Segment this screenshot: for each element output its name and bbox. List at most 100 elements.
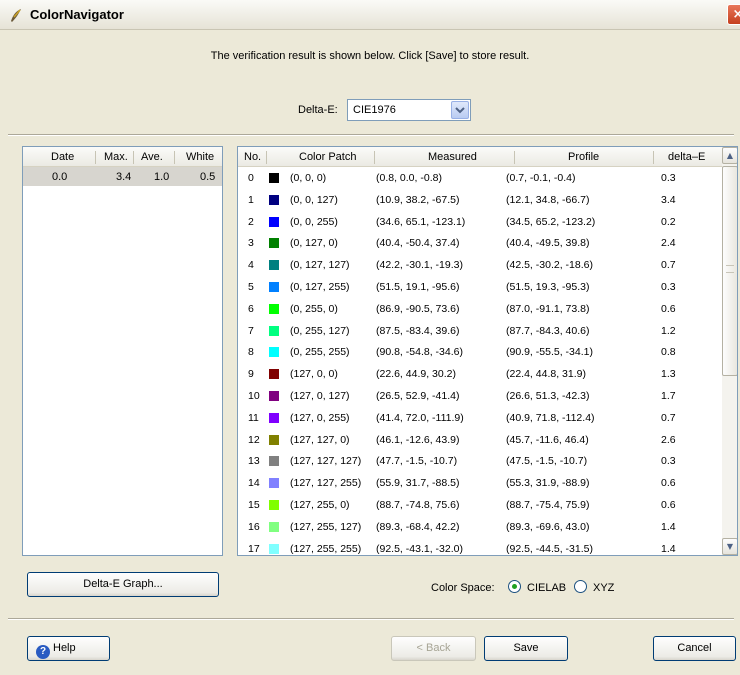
cell-color-patch: (127, 255, 0) xyxy=(290,499,350,511)
cell-measured: (51.5, 19.1, -95.6) xyxy=(376,281,460,293)
color-swatch xyxy=(269,194,279,205)
cell-color-patch: (0, 127, 127) xyxy=(290,259,350,272)
header-delta-e[interactable]: delta–E xyxy=(668,151,705,163)
cell-color-patch: (0, 127, 0) xyxy=(290,237,338,250)
cell-profile: (12.1, 34.8, -66.7) xyxy=(506,193,590,206)
header-no[interactable]: No. xyxy=(244,151,261,163)
cell-delta-e: 1.7 xyxy=(661,390,676,402)
color-swatch xyxy=(269,521,279,532)
color-swatch xyxy=(269,260,279,271)
table-row[interactable]: 9 (127, 0, 0) (22.6, 44.9, 30.2) (22.4, 44.… xyxy=(238,363,722,385)
history-list[interactable]: Date Max. Ave. White 0.0 3.4 1.0 0.5 xyxy=(22,146,223,556)
cell-color-patch: (0, 255, 127) xyxy=(290,324,350,337)
cell-delta-e: 2.4 xyxy=(661,237,676,250)
cell-profile: (47.5, -1.5, -10.7) xyxy=(506,455,588,468)
cell-profile: (40.4, -49.5, 39.8) xyxy=(506,237,590,250)
history-header-max[interactable]: Max. xyxy=(104,151,128,163)
cell-measured: (34.6, 65.1, -123.1) xyxy=(376,215,466,228)
help-button[interactable]: ? Help xyxy=(27,636,110,661)
color-swatch xyxy=(269,238,279,249)
cell-profile: (45.7, -11.6, 46.4) xyxy=(506,433,589,446)
color-swatch xyxy=(269,347,279,358)
table-row[interactable]: 13 (127, 127, 127) (47.7, -1.5, -10.7) (47.… xyxy=(238,450,722,472)
table-row[interactable]: 11 (127, 0, 255) (41.4, 72.0, -111.9) (40.9… xyxy=(238,407,722,429)
cell-color-patch: (127, 127, 127) xyxy=(290,455,362,468)
cell-measured: (88.7, -74.8, 75.6) xyxy=(376,499,460,511)
scroll-down-icon[interactable]: ▼ xyxy=(722,538,737,555)
radio-xyz-label[interactable]: XYZ xyxy=(593,582,614,594)
cell-profile: (34.5, 65.2, -123.2) xyxy=(506,215,596,228)
table-row[interactable]: 12 (127, 127, 0) (46.1, -12.6, 43.9) (45.7,… xyxy=(238,429,722,451)
table-row[interactable]: 7 (0, 255, 127) (87.5, -83.4, 39.6) (87.7, … xyxy=(238,320,722,342)
table-row[interactable]: 15 (127, 255, 0) (88.7, -74.8, 75.6) (88.7,… xyxy=(238,494,722,516)
cell-no: 17 xyxy=(248,542,260,555)
cell-no: 16 xyxy=(248,520,260,533)
history-header-ave[interactable]: Ave. xyxy=(141,151,163,163)
history-header: Date Max. Ave. White xyxy=(23,147,222,167)
color-swatch xyxy=(269,412,279,423)
delta-e-graph-button[interactable]: Delta-E Graph... xyxy=(27,572,219,597)
delta-e-dropdown[interactable]: CIE1976 xyxy=(347,99,471,121)
cell-color-patch: (127, 0, 127) xyxy=(290,390,350,402)
color-swatch xyxy=(269,478,279,489)
radio-cielab[interactable] xyxy=(508,580,521,593)
table-row[interactable]: 8 (0, 255, 255) (90.8, -54.8, -34.6) (90.9,… xyxy=(238,341,722,363)
cell-color-patch: (0, 127, 255) xyxy=(290,281,350,293)
cell-profile: (22.4, 44.8, 31.9) xyxy=(506,368,586,381)
cell-color-patch: (0, 255, 255) xyxy=(290,346,350,359)
save-button[interactable]: Save xyxy=(484,636,568,661)
cell-color-patch: (127, 255, 127) xyxy=(290,520,362,533)
radio-xyz[interactable] xyxy=(574,580,587,593)
color-space-label: Color Space: xyxy=(431,582,495,594)
table-row[interactable]: 1 (0, 0, 127) (10.9, 38.2, -67.5) (12.1, 34… xyxy=(238,189,722,211)
table-row[interactable]: 14 (127, 127, 255) (55.9, 31.7, -88.5) (55.… xyxy=(238,472,722,494)
cancel-button[interactable]: Cancel xyxy=(653,636,736,661)
radio-cielab-label[interactable]: CIELAB xyxy=(527,582,566,594)
cell-profile: (90.9, -55.5, -34.1) xyxy=(506,346,593,359)
help-icon: ? xyxy=(36,645,50,659)
close-icon[interactable]: × xyxy=(727,4,740,25)
delta-e-label: Delta-E: xyxy=(298,104,338,116)
chevron-down-icon[interactable] xyxy=(451,101,469,119)
scroll-up-icon[interactable]: ▲ xyxy=(722,147,737,164)
history-header-date[interactable]: Date xyxy=(51,151,74,163)
table-row[interactable]: 2 (0, 0, 255) (34.6, 65.1, -123.1) (34.5, 6… xyxy=(238,211,722,233)
header-measured[interactable]: Measured xyxy=(428,151,477,163)
table-row[interactable]: 17 (127, 255, 255) (92.5, -43.1, -32.0) (92… xyxy=(238,538,722,555)
cell-measured: (42.2, -30.1, -19.3) xyxy=(376,259,463,272)
cell-profile: (89.3, -69.6, 43.0) xyxy=(506,520,590,533)
cell-measured: (22.6, 44.9, 30.2) xyxy=(376,368,456,381)
table-row[interactable]: 4 (0, 127, 127) (42.2, -30.1, -19.3) (42.5,… xyxy=(238,254,722,276)
table-row[interactable]: 6 (0, 255, 0) (86.9, -90.5, 73.6) (87.0, -9… xyxy=(238,298,722,320)
history-header-white[interactable]: White xyxy=(186,151,214,163)
cell-measured: (87.5, -83.4, 39.6) xyxy=(376,324,460,337)
cell-color-patch: (127, 0, 0) xyxy=(290,368,338,381)
table-row[interactable]: 10 (127, 0, 127) (26.5, 52.9, -41.4) (26.6,… xyxy=(238,385,722,407)
cell-color-patch: (0, 0, 255) xyxy=(290,215,338,228)
cell-delta-e: 1.2 xyxy=(661,324,676,337)
table-row[interactable]: 3 (0, 127, 0) (40.4, -50.4, 37.4) (40.4, -4… xyxy=(238,232,722,254)
scroll-thumb[interactable] xyxy=(722,166,737,376)
cell-delta-e: 0.6 xyxy=(661,477,676,490)
cell-measured: (26.5, 52.9, -41.4) xyxy=(376,390,460,402)
history-max: 3.4 xyxy=(116,171,132,183)
cell-profile: (88.7, -75.4, 75.9) xyxy=(506,499,590,511)
back-button[interactable]: < Back xyxy=(391,636,476,661)
colornavigator-app-icon xyxy=(11,9,21,22)
color-swatch xyxy=(269,369,279,380)
header-color-patch[interactable]: Color Patch xyxy=(299,151,356,163)
cell-no: 4 xyxy=(248,259,254,272)
instruction-text: The verification result is shown below. … xyxy=(210,50,530,62)
cell-delta-e: 3.4 xyxy=(661,193,676,206)
history-row[interactable]: 0.0 3.4 1.0 0.5 xyxy=(23,167,222,186)
cell-no: 15 xyxy=(248,499,260,511)
table-row[interactable]: 16 (127, 255, 127) (89.3, -68.4, 42.2) (89.… xyxy=(238,516,722,538)
header-profile[interactable]: Profile xyxy=(568,151,599,163)
divider xyxy=(8,134,734,136)
table-row[interactable]: 5 (0, 127, 255) (51.5, 19.1, -95.6) (51.5, … xyxy=(238,276,722,298)
result-table[interactable]: No. Color Patch Measured Profile delta–E… xyxy=(237,146,738,556)
table-row[interactable]: 0 (0, 0, 0) (0.8, 0.0, -0.8) (0.7, -0.1, -0… xyxy=(238,167,722,189)
color-swatch xyxy=(269,500,279,510)
cell-measured: (55.9, 31.7, -88.5) xyxy=(376,477,460,490)
vertical-scrollbar[interactable]: ▲ ▼ xyxy=(722,147,737,555)
